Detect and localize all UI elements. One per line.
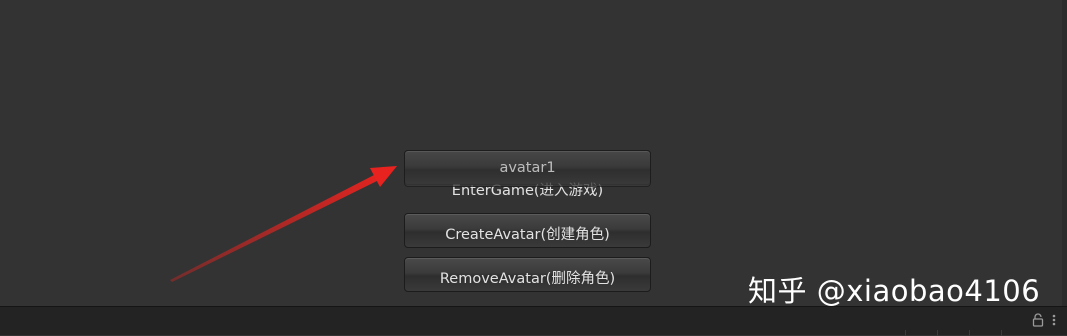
lock-icon[interactable] [1032,313,1044,327]
scrollbar[interactable] [1062,0,1067,306]
remove-avatar-label: RemoveAvatar(删除角色) [439,271,616,287]
arrow-shaft [170,174,379,282]
status-divider [1001,330,1002,336]
arrow-head [370,166,397,187]
game-view: EnterGame(进入游戏) avatar1 CreateAvatar(创建角… [0,0,1067,306]
status-divider [969,330,970,336]
avatar-label: avatar1 [499,160,556,176]
context-menu-icon[interactable] [1050,313,1058,327]
create-avatar-button[interactable]: CreateAvatar(创建角色) [404,213,651,248]
avatar-button[interactable]: avatar1 [404,150,651,187]
status-divider [937,330,938,336]
status-bar [0,306,1067,336]
watermark: 知乎 @xiaobao4106 [748,274,1041,308]
status-divider [905,330,906,336]
remove-avatar-button[interactable]: RemoveAvatar(删除角色) [404,257,651,292]
create-avatar-label: CreateAvatar(创建角色) [445,227,610,243]
